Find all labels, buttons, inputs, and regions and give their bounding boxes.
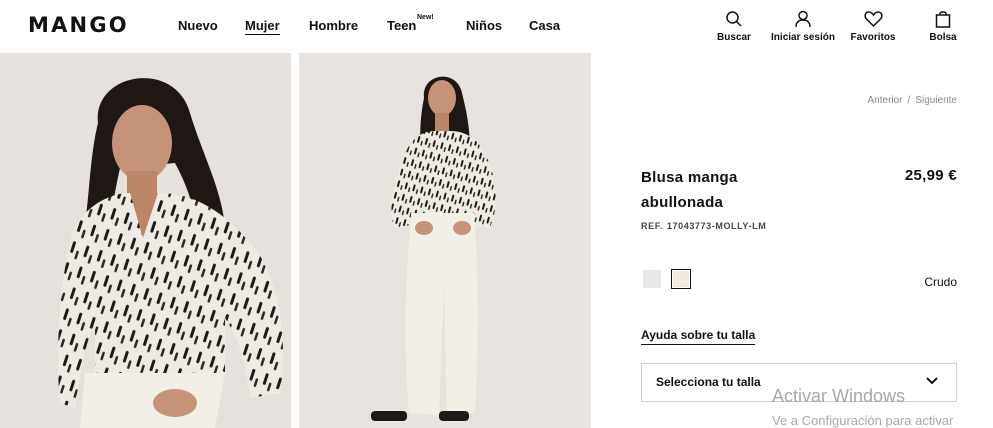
mango-logo[interactable]: MANGO [28, 13, 129, 37]
product-reference: REF. 17043773-MOLLY-LM [641, 221, 766, 231]
product-image-closeup[interactable] [0, 53, 291, 428]
new-badge: New! [417, 14, 434, 21]
nav-item-ninos[interactable]: Niños [466, 18, 502, 33]
search-icon [726, 11, 742, 27]
bag-label: Bolsa [929, 32, 957, 43]
pagination-separator: / [907, 95, 911, 106]
nav-item-mujer[interactable]: Mujer [245, 18, 280, 35]
windows-activation-subtitle: Ve a Configuración para activar [772, 413, 954, 428]
chevron-down-icon [926, 377, 938, 385]
bag-icon [935, 11, 951, 28]
size-help-link[interactable]: Ayuda sobre tu talla [641, 328, 756, 345]
favorites-action[interactable]: Favoritos [838, 10, 908, 43]
favorites-label: Favoritos [850, 32, 896, 43]
prev-link[interactable]: Anterior [868, 95, 903, 106]
login-action[interactable]: Iniciar sesión [768, 10, 838, 43]
nav-item-casa[interactable]: Casa [529, 18, 560, 33]
search-label: Buscar [717, 32, 751, 43]
login-label: Iniciar sesión [771, 32, 835, 43]
selected-color-name: Crudo [924, 275, 957, 289]
windows-activation-title: Activar Windows [772, 386, 906, 406]
user-icon [795, 10, 811, 28]
size-select-label: Selecciona tu talla [656, 375, 761, 389]
ref-label: REF. [641, 221, 663, 231]
heart-icon [863, 11, 883, 28]
product-price: 25,99 € [904, 167, 957, 184]
model-fullbody-illustration [299, 53, 591, 428]
bag-action[interactable]: Bolsa [908, 10, 978, 43]
product-title: Blusa manga abullonada [641, 169, 738, 211]
product-pagination: Anterior / Siguiente [820, 95, 958, 106]
color-swatch-crudo[interactable] [671, 269, 691, 289]
nav-item-hombre[interactable]: Hombre [309, 18, 358, 33]
next-link[interactable]: Siguiente [915, 95, 957, 106]
model-closeup-illustration [0, 53, 291, 428]
ref-code: 17043773-MOLLY-LM [666, 221, 767, 231]
product-image-fullbody[interactable] [299, 53, 591, 428]
nav-item-nuevo[interactable]: Nuevo [178, 18, 218, 33]
site-header: MANGO Nuevo Mujer Hombre Teen New! Niños… [0, 0, 993, 53]
nav-item-teen-label: Teen [387, 18, 417, 33]
nav-item-teen[interactable]: Teen New! [387, 14, 434, 33]
color-swatch-grey[interactable] [643, 270, 661, 288]
search-action[interactable]: Buscar [699, 10, 769, 43]
